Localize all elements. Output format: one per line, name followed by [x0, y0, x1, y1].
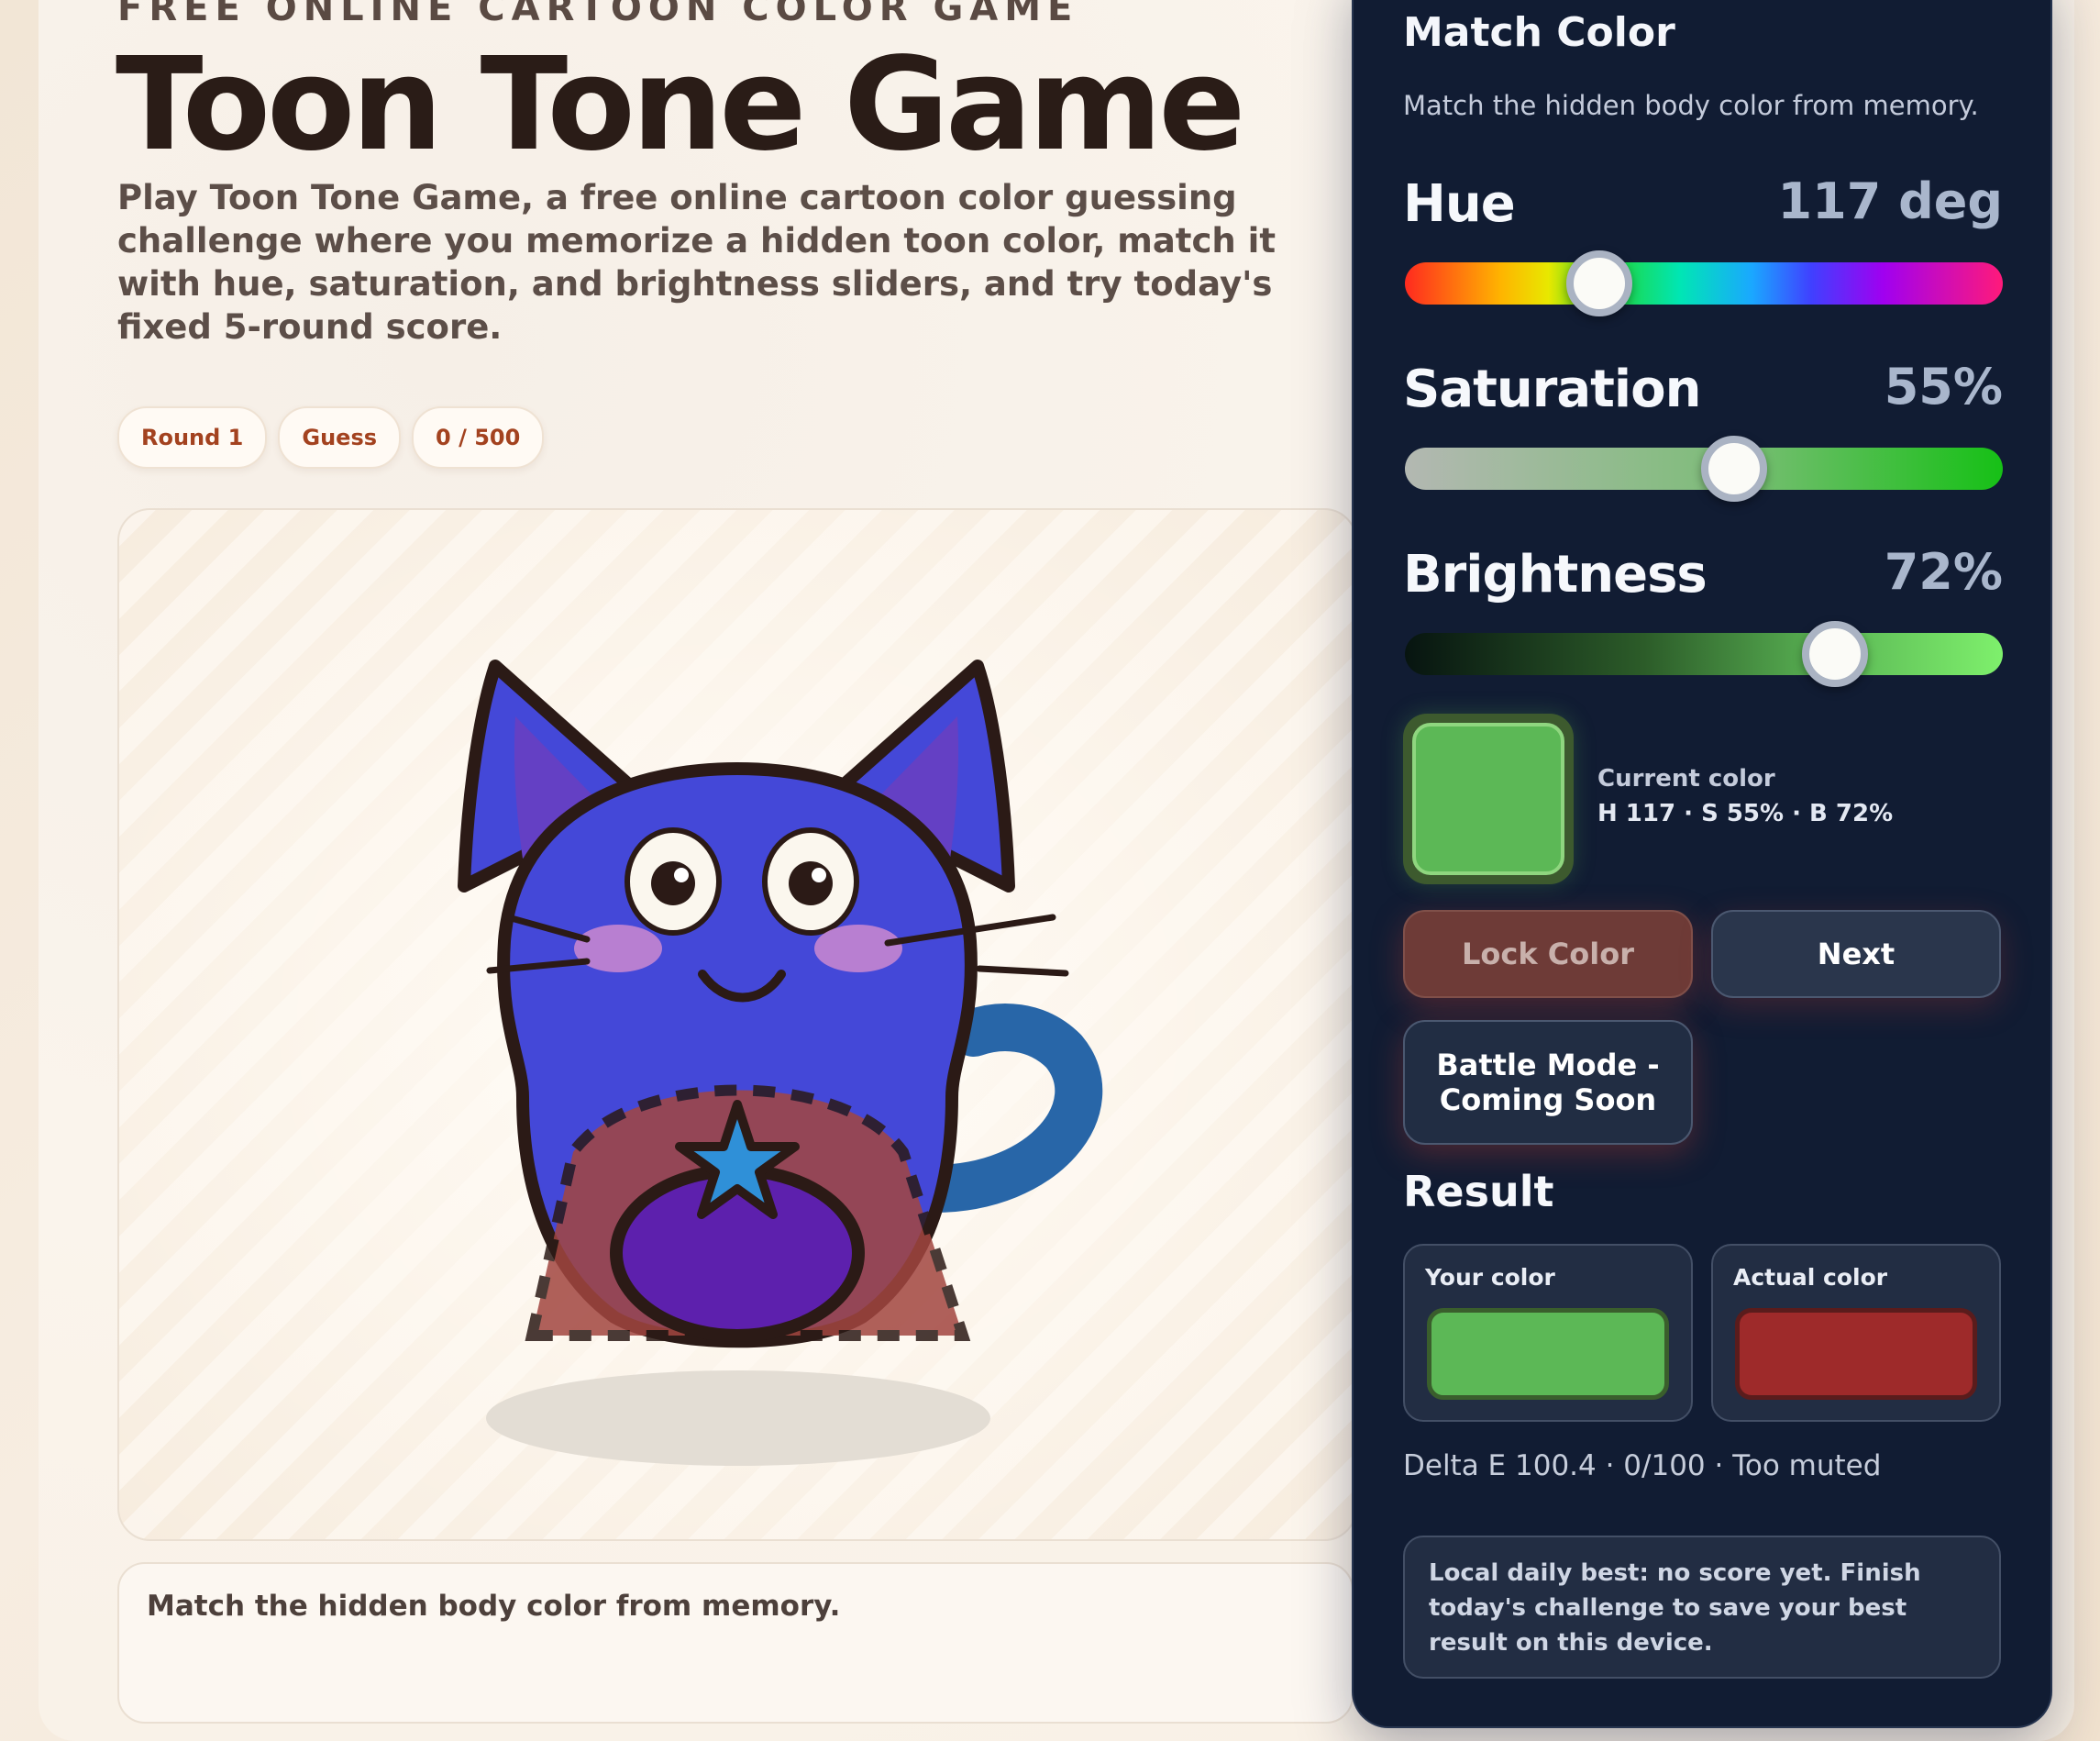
saturation-label: Saturation — [1403, 360, 1701, 419]
your-color-label: Your color — [1425, 1264, 1555, 1291]
daily-best-text: Local daily best: no score yet. Finish t… — [1429, 1559, 1921, 1657]
actual-color-swatch — [1735, 1308, 1977, 1400]
actual-color-card: Actual color — [1711, 1244, 2001, 1422]
match-color-panel: Match Color Match the hidden body color … — [1352, 0, 2052, 1728]
daily-best-box: Local daily best: no score yet. Finish t… — [1403, 1536, 2001, 1679]
saturation-slider-knob[interactable] — [1700, 436, 1767, 502]
brightness-slider-knob[interactable] — [1802, 621, 1869, 687]
delta-e-result: Delta E 100.4 · 0/100 · Too muted — [1403, 1449, 1882, 1482]
status-chips: Round 1 Guess 0 / 500 — [117, 406, 545, 469]
current-color-fill — [1412, 723, 1564, 875]
round-chip: Round 1 — [117, 406, 268, 469]
brightness-slider-track[interactable] — [1405, 621, 2003, 687]
panel-subtitle: Match the hidden body color from memory. — [1403, 90, 1979, 121]
your-color-swatch — [1427, 1308, 1669, 1400]
your-color-card: Your color — [1403, 1244, 1693, 1422]
brightness-value: 72% — [1884, 543, 2003, 601]
left-eye-highlight — [674, 868, 689, 882]
score-chip: 0 / 500 — [412, 406, 545, 469]
current-color-label: Current color — [1597, 765, 1775, 793]
intro-description: Play Toon Tone Game, a free online carto… — [117, 178, 1277, 347]
saturation-value: 55% — [1884, 358, 2003, 416]
eyebrow-label: FREE ONLINE CARTOON COLOR GAME — [117, 0, 1079, 29]
hue-slider-knob[interactable] — [1565, 250, 1632, 316]
right-pupil — [789, 861, 833, 905]
right-blush — [814, 925, 902, 972]
lock-color-button[interactable]: Lock Color — [1403, 910, 1693, 998]
page-title: Toon Tone Game — [116, 30, 1245, 180]
brightness-label: Brightness — [1403, 545, 1708, 604]
result-title: Result — [1403, 1167, 1554, 1216]
battle-mode-button[interactable]: Battle Mode - Coming Soon — [1403, 1020, 1693, 1145]
hue-label: Hue — [1403, 174, 1516, 234]
left-blush — [574, 925, 662, 972]
phase-chip: Guess — [278, 406, 402, 469]
panel-title: Match Color — [1403, 9, 1675, 56]
hint-box: Match the hidden body color from memory. — [117, 1562, 1354, 1724]
left-pupil — [651, 861, 695, 905]
actual-color-label: Actual color — [1733, 1264, 1888, 1291]
hue-slider-track[interactable] — [1405, 250, 2003, 316]
current-color-value: H 117 · S 55% · B 72% — [1597, 800, 1894, 827]
current-color-swatch — [1403, 714, 1574, 884]
hint-text: Match the hidden body color from memory. — [147, 1590, 841, 1623]
hue-value: 117 deg — [1777, 172, 2003, 230]
cat-stage — [117, 508, 1357, 1541]
saturation-slider-track[interactable] — [1405, 436, 2003, 502]
toon-cat-illustration — [458, 660, 1103, 1466]
cat-belly — [610, 1164, 865, 1342]
right-eye-highlight — [812, 868, 826, 882]
cat-shadow — [486, 1370, 990, 1466]
next-button[interactable]: Next — [1711, 910, 2001, 998]
